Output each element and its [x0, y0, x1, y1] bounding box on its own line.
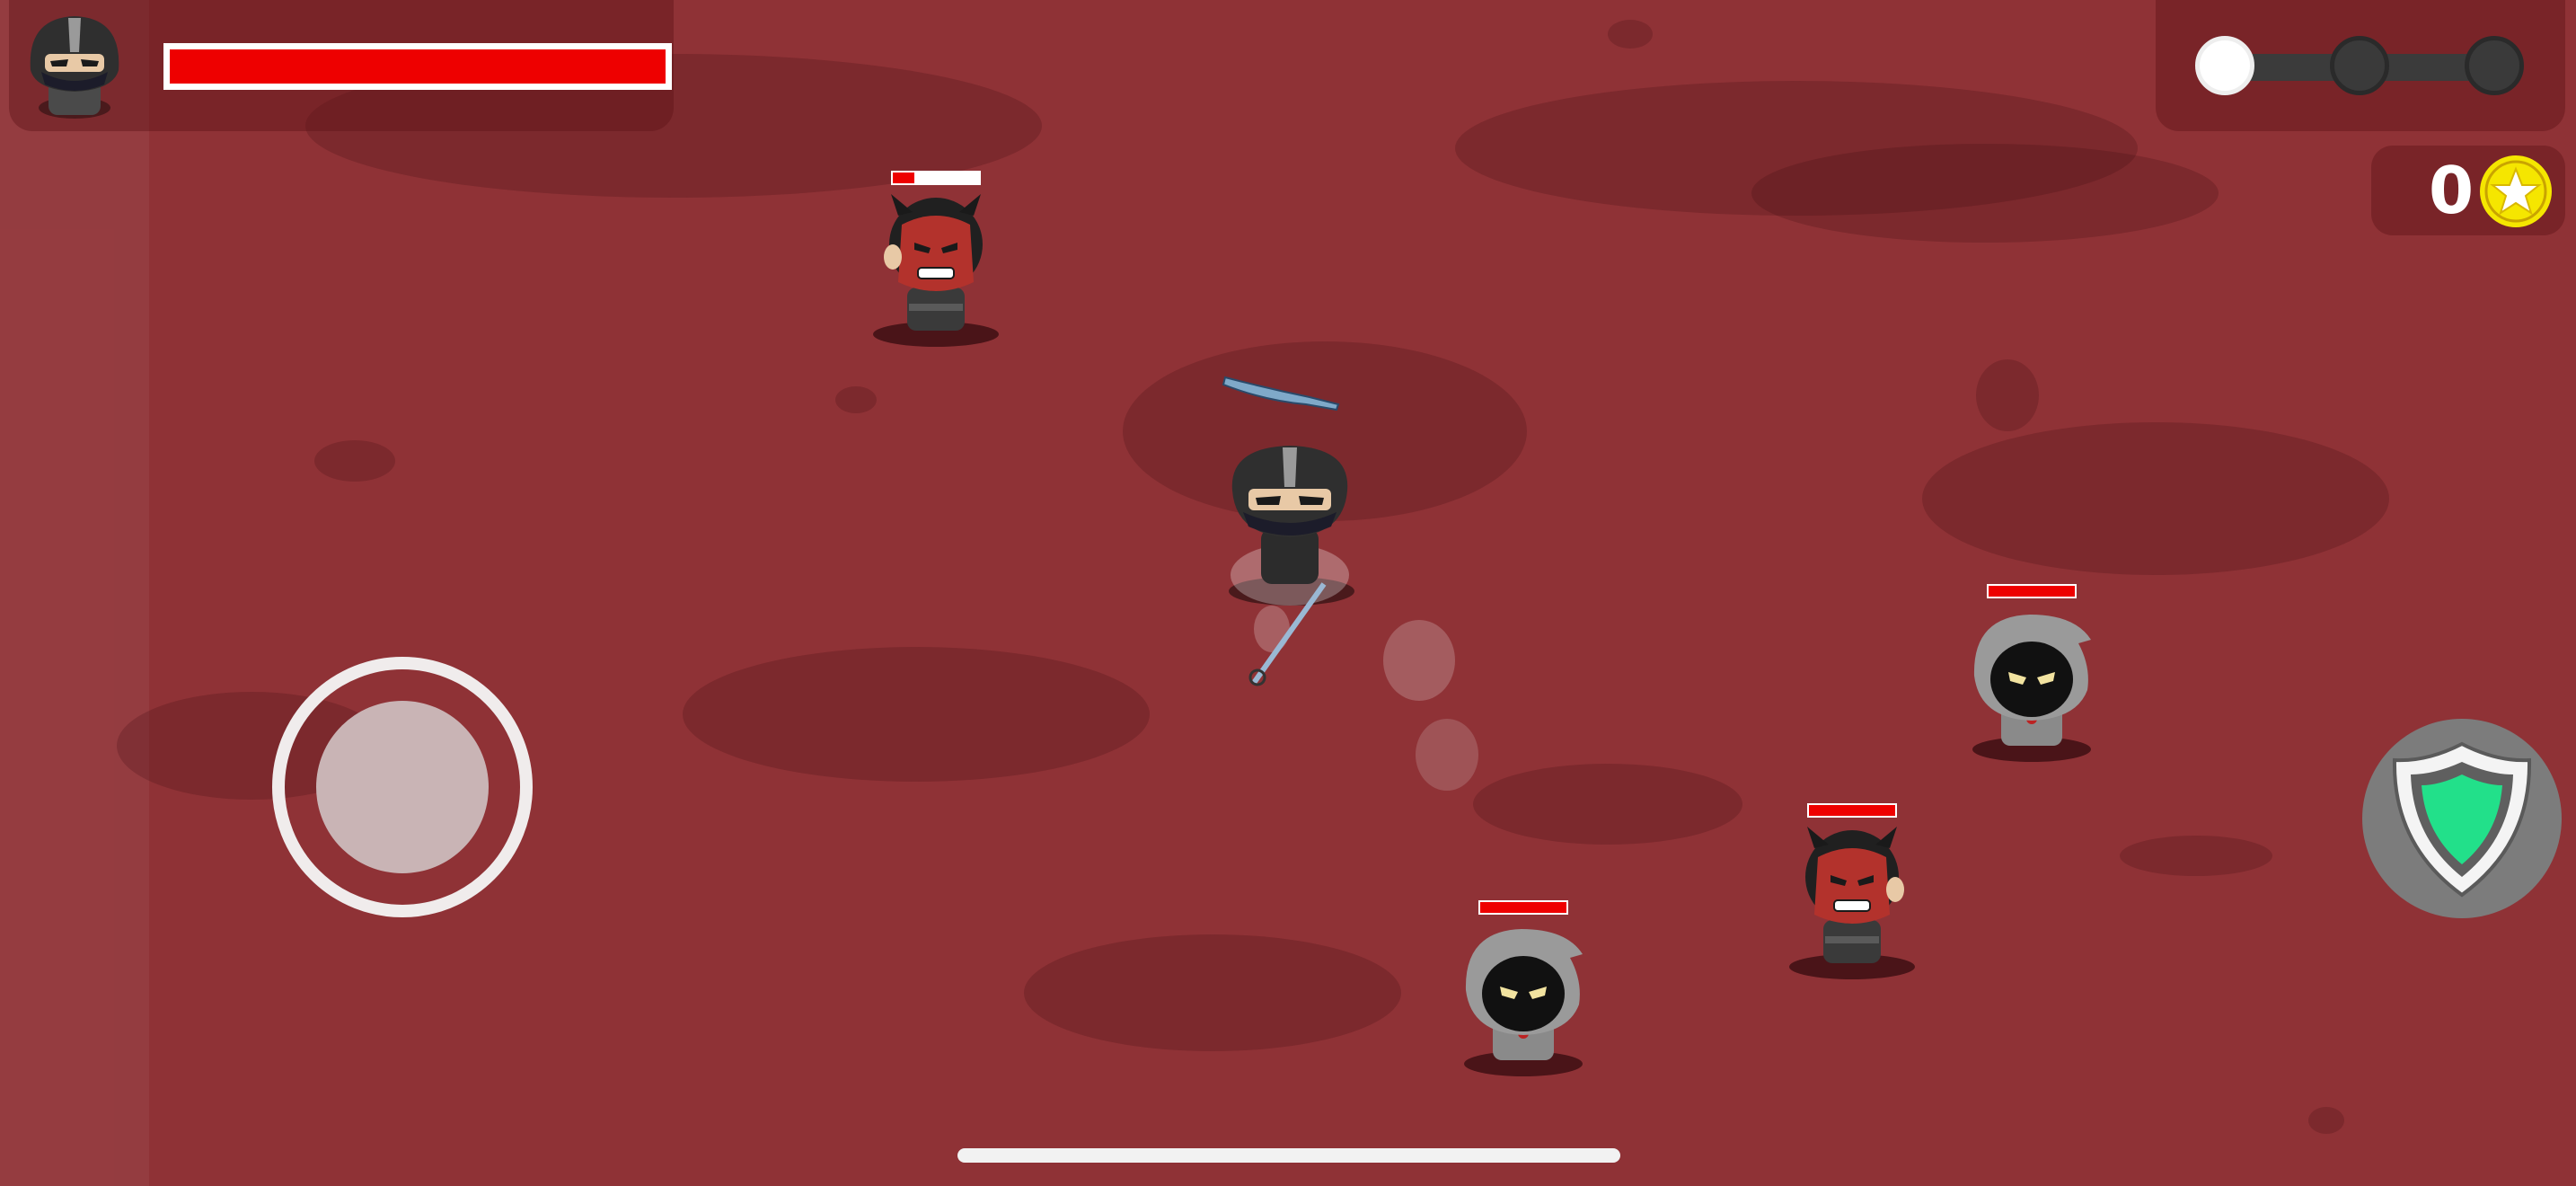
player-status-panel: [9, 0, 674, 131]
virtual-joystick[interactable]: [271, 656, 534, 918]
enemy-hooded-cultist[interactable]: [1451, 898, 1595, 1078]
enemy-hooded-cultist[interactable]: [1960, 584, 2104, 764]
enemy-health-fill: [1989, 586, 2075, 597]
stage-node-1: [2195, 36, 2254, 95]
ninja-portrait-icon: [30, 16, 119, 119]
home-indicator[interactable]: [957, 1148, 1620, 1163]
shield-icon: [2392, 741, 2532, 898]
shield-ability-button[interactable]: [2362, 719, 2562, 918]
stage-node-2: [2330, 36, 2389, 95]
stage-progress-panel: [2156, 0, 2565, 131]
player-ninja: [1213, 368, 1365, 701]
player-health-bar: [163, 43, 672, 90]
enemy-health-bar: [1807, 803, 1897, 818]
player-health-fill: [170, 49, 666, 84]
enemy-health-bar: [1987, 584, 2077, 598]
red-demon-sprite: [873, 194, 999, 347]
stage-node-3: [2465, 36, 2524, 95]
red-demon-sprite: [1789, 827, 1915, 979]
star-coin-icon: [2480, 155, 2552, 227]
hooded-cultist-sprite: [1464, 929, 1583, 1076]
enemy-health-bar: [891, 171, 981, 185]
enemy-health-fill: [1809, 805, 1895, 816]
enemy-red-demon[interactable]: [1778, 800, 1931, 979]
coin-counter: 0: [2371, 146, 2565, 235]
ninja-sprite: [1222, 376, 1354, 686]
enemy-red-demon[interactable]: [862, 167, 1015, 347]
hooded-cultist-sprite: [1972, 615, 2091, 762]
enemy-health-bar: [1478, 900, 1568, 915]
enemy-health-fill: [893, 173, 914, 183]
coin-count: 0: [2428, 153, 2475, 228]
arena-edge: [0, 0, 149, 1186]
enemy-health-fill: [1480, 902, 1566, 913]
joystick-thumb[interactable]: [316, 701, 489, 873]
